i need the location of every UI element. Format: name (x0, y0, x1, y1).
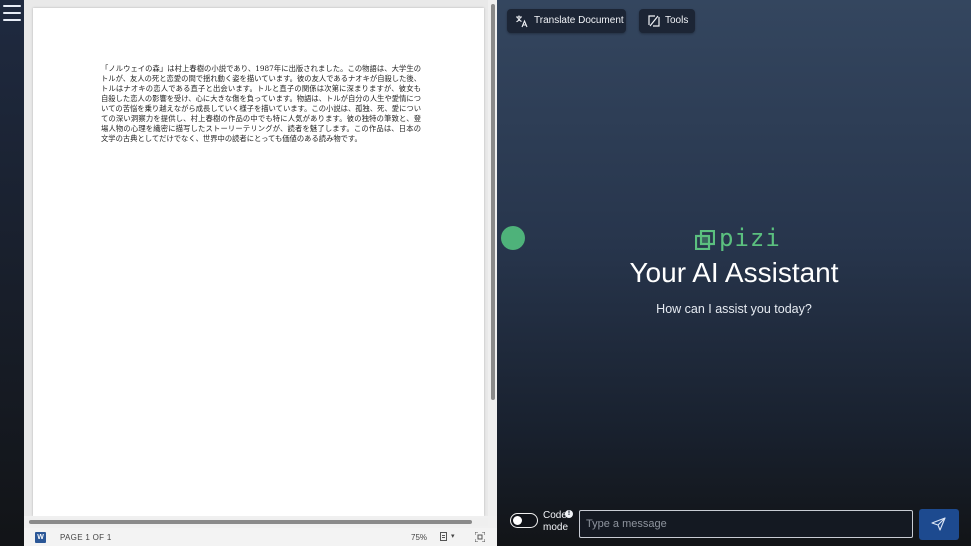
pizi-logo-icon (695, 230, 715, 250)
brand-name: pizi (719, 224, 781, 252)
translate-icon (516, 15, 528, 28)
code-mode-toggle[interactable] (510, 513, 538, 528)
vertical-scrollbar-thumb[interactable] (491, 4, 495, 400)
horizontal-scrollbar-thumb[interactable] (29, 520, 472, 524)
hamburger-menu-icon[interactable] (3, 5, 21, 21)
document-statusbar: W PAGE 1 OF 1 75% ▾ (24, 528, 497, 546)
tools-icon (648, 15, 660, 27)
document-viewer: 「ノルウェイの森」は村上春樹の小説であり、1987年に出版されました。この物語は… (24, 0, 497, 546)
zoom-level[interactable]: 75% (411, 533, 427, 542)
vertical-scrollbar[interactable] (488, 0, 497, 516)
message-input[interactable] (579, 510, 913, 538)
send-button[interactable] (919, 509, 959, 540)
toggle-knob (513, 515, 522, 525)
assistant-headline: Your AI Assistant (629, 257, 839, 288)
info-icon[interactable]: ! (565, 510, 573, 518)
assistant-status-dot[interactable] (501, 226, 525, 250)
fit-page-icon[interactable] (475, 532, 485, 542)
document-body-text: 「ノルウェイの森」は村上春樹の小説であり、1987年に出版されました。この物語は… (101, 64, 421, 143)
word-document-icon: W (35, 532, 46, 543)
tools-label: Tools (665, 15, 689, 26)
chevron-down-icon[interactable]: ▾ (451, 532, 455, 540)
horizontal-scrollbar[interactable] (24, 518, 488, 526)
document-page: 「ノルウェイの森」は村上春樹の小説であり、1987年に出版されました。この物語は… (33, 8, 484, 516)
left-rail (0, 0, 24, 546)
send-icon (931, 517, 946, 531)
assistant-subline: How can I assist you today? (656, 302, 812, 316)
document-canvas[interactable]: 「ノルウェイの森」は村上春樹の小説であり、1987年に出版されました。この物語は… (24, 0, 488, 516)
tools-button[interactable]: Tools (639, 9, 695, 33)
ai-assistant-panel: Translate Document Tools pizi Your AI As… (497, 0, 971, 546)
page-view-icon[interactable] (440, 532, 447, 541)
translate-document-label: Translate Document (534, 15, 624, 26)
translate-document-button[interactable]: Translate Document (507, 9, 626, 33)
page-count: PAGE 1 OF 1 (60, 533, 112, 542)
